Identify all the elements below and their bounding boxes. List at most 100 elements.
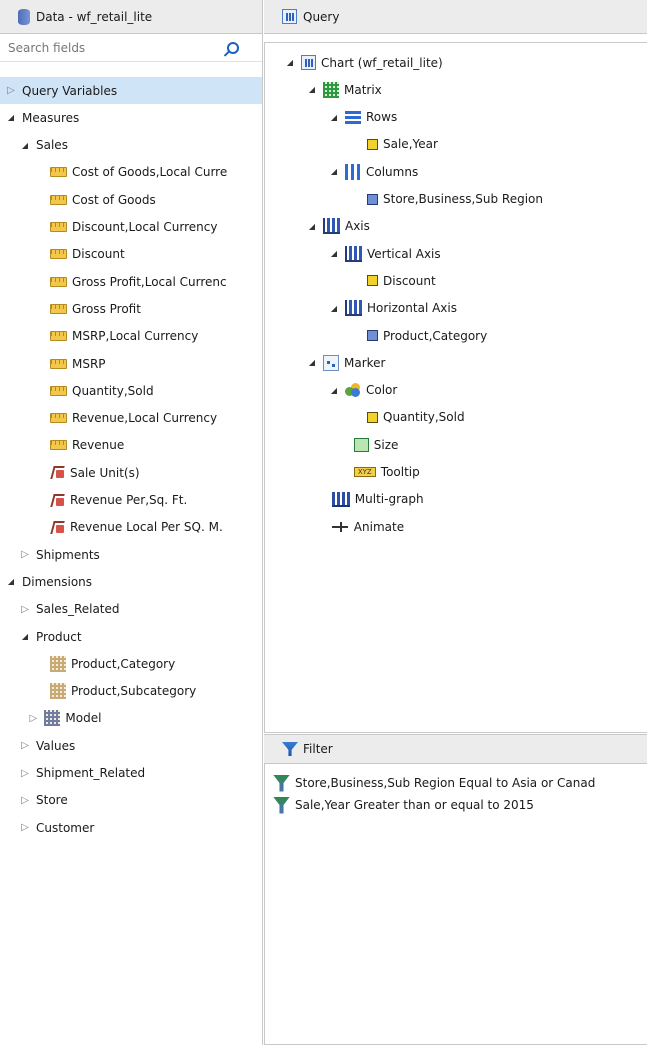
collapse-arrow-icon[interactable]: ◢ xyxy=(4,113,18,122)
search-icon[interactable] xyxy=(227,41,239,54)
collapse-arrow-icon[interactable]: ◢ xyxy=(305,358,319,367)
query-item-columns[interactable]: ◢ Columns xyxy=(265,158,418,185)
field-item-msrp-local-currency[interactable]: MSRP,Local Currency xyxy=(0,323,262,350)
filter-header-icon xyxy=(282,742,298,756)
matrix-icon xyxy=(323,81,339,98)
collapse-arrow-icon[interactable]: ◢ xyxy=(18,141,32,150)
collapse-arrow-icon[interactable]: ◢ xyxy=(305,85,319,94)
field-item-cost-of-goods-local-curre[interactable]: Cost of Goods,Local Curre xyxy=(0,159,262,186)
collapse-arrow-icon[interactable]: ◢ xyxy=(327,386,341,395)
field-item-dimensions[interactable]: ◢ Dimensions xyxy=(0,568,262,595)
query-item-animate[interactable]: Animate xyxy=(265,513,404,540)
field-item-customer[interactable]: ▷ Customer xyxy=(0,814,262,841)
columns-icon xyxy=(345,163,361,180)
query-item-label: Axis xyxy=(345,219,370,234)
field-item-sales[interactable]: ◢ Sales xyxy=(0,132,262,159)
field-item-model[interactable]: ▷ Model xyxy=(0,705,262,732)
field-item-measures[interactable]: ◢ Measures xyxy=(0,104,262,131)
collapse-arrow-icon[interactable]: ◢ xyxy=(4,577,18,586)
field-item-product-category[interactable]: Product,Category xyxy=(0,650,262,677)
field-item-label: Product,Category xyxy=(71,656,176,671)
query-item-marker[interactable]: ◢ Marker xyxy=(265,349,385,376)
filter-item[interactable]: Store,Business,Sub Region Equal to Asia … xyxy=(273,772,595,794)
query-item-color[interactable]: ◢ Color xyxy=(265,377,397,404)
query-item-axis[interactable]: ◢ Axis xyxy=(265,213,370,240)
query-item-store-business-sub-region[interactable]: Store,Business,Sub Region xyxy=(265,186,543,213)
filter-item[interactable]: Sale,Year Greater than or equal to 2015 xyxy=(273,794,534,816)
field-item-label: Gross Profit xyxy=(72,301,141,316)
expand-arrow-icon[interactable]: ▷ xyxy=(4,85,18,96)
field-item-product-subcategory[interactable]: Product,Subcategory xyxy=(0,678,262,705)
rows-icon xyxy=(345,110,361,125)
query-item-tooltip[interactable]: XYZ Tooltip xyxy=(265,459,420,486)
collapse-arrow-icon[interactable]: ◢ xyxy=(327,249,341,258)
query-item-vertical-axis[interactable]: ◢ Vertical Axis xyxy=(265,240,441,267)
axis-icon xyxy=(345,245,362,262)
field-yellow-icon xyxy=(367,411,378,423)
field-item-revenue[interactable]: Revenue xyxy=(0,432,262,459)
query-item-multi-graph[interactable]: Multi-graph xyxy=(265,486,424,513)
expand-arrow-icon[interactable]: ▷ xyxy=(18,795,32,806)
query-chart-icon xyxy=(282,9,297,24)
field-item-sales-related[interactable]: ▷ Sales_Related xyxy=(0,596,262,623)
field-item-discount-local-currency[interactable]: Discount,Local Currency xyxy=(0,214,262,241)
query-item-label: Multi-graph xyxy=(354,492,424,507)
collapse-arrow-icon[interactable]: ◢ xyxy=(327,113,341,122)
search-input[interactable] xyxy=(8,40,208,55)
collapse-arrow-icon[interactable]: ◢ xyxy=(327,167,341,176)
field-item-label: Cost of Goods,Local Curre xyxy=(72,165,228,180)
query-item-label: Sale,Year xyxy=(383,137,438,152)
field-item-product[interactable]: ◢ Product xyxy=(0,623,262,650)
field-item-shipment-related[interactable]: ▷ Shipment_Related xyxy=(0,760,262,787)
field-item-revenue-per-sq-ft[interactable]: Revenue Per,Sq. Ft. xyxy=(0,487,262,514)
field-item-values[interactable]: ▷ Values xyxy=(0,732,262,759)
expand-arrow-icon[interactable]: ▷ xyxy=(18,768,32,779)
field-item-query-variables[interactable]: ▷ Query Variables xyxy=(0,77,262,104)
query-item-size[interactable]: Size xyxy=(265,431,398,458)
field-item-label: Query Variables xyxy=(22,83,118,98)
field-item-store[interactable]: ▷ Store xyxy=(0,787,262,814)
field-item-cost-of-goods[interactable]: Cost of Goods xyxy=(0,186,262,213)
field-item-label: Revenue xyxy=(72,438,125,453)
query-item-product-category[interactable]: Product,Category xyxy=(265,322,487,349)
field-item-label: MSRP xyxy=(72,356,106,371)
query-item-sale-year[interactable]: Sale,Year xyxy=(265,131,438,158)
chart-icon xyxy=(301,55,316,70)
field-item-shipments[interactable]: ▷ Shipments xyxy=(0,541,262,568)
field-item-gross-profit[interactable]: Gross Profit xyxy=(0,295,262,322)
expand-arrow-icon[interactable]: ▷ xyxy=(26,713,40,724)
field-item-label: Gross Profit,Local Currenc xyxy=(72,274,227,289)
expand-arrow-icon[interactable]: ▷ xyxy=(18,740,32,751)
query-item-discount[interactable]: Discount xyxy=(265,267,436,294)
query-area: Query ◢ Chart (wf_retail_lite) ◢ Matrix ◢ Row… xyxy=(264,0,647,1045)
measure-icon xyxy=(50,276,67,287)
query-item-label: Tooltip xyxy=(380,465,420,479)
tooltip-icon: XYZ xyxy=(353,467,376,477)
query-item-rows[interactable]: ◢ Rows xyxy=(265,104,397,131)
field-item-label: Measures xyxy=(22,110,80,125)
collapse-arrow-icon[interactable]: ◢ xyxy=(327,304,341,313)
collapse-arrow-icon[interactable]: ◢ xyxy=(18,632,32,641)
field-item-discount[interactable]: Discount xyxy=(0,241,262,268)
measure-icon xyxy=(50,440,67,451)
query-item-quantity-sold[interactable]: Quantity,Sold xyxy=(265,404,465,431)
expand-arrow-icon[interactable]: ▷ xyxy=(18,549,32,560)
query-item-label: Chart (wf_retail_lite) xyxy=(321,55,443,70)
collapse-arrow-icon[interactable]: ◢ xyxy=(283,58,297,67)
query-item-matrix[interactable]: ◢ Matrix xyxy=(265,76,382,103)
query-item-horizontal-axis[interactable]: ◢ Horizontal Axis xyxy=(265,295,457,322)
field-item-label: Dimensions xyxy=(22,574,93,589)
expand-arrow-icon[interactable]: ▷ xyxy=(18,822,32,833)
query-item-chart-wf-retail-lite[interactable]: ◢ Chart (wf_retail_lite) xyxy=(265,49,443,76)
field-item-gross-profit-local-currenc[interactable]: Gross Profit,Local Currenc xyxy=(0,268,262,295)
field-item-quantity-sold[interactable]: Quantity,Sold xyxy=(0,377,262,404)
marker-icon xyxy=(323,354,339,371)
query-item-label: Matrix xyxy=(344,82,382,97)
field-item-revenue-local-currency[interactable]: Revenue,Local Currency xyxy=(0,405,262,432)
field-item-msrp[interactable]: MSRP xyxy=(0,350,262,377)
collapse-arrow-icon[interactable]: ◢ xyxy=(305,222,319,231)
field-item-sale-unit-s[interactable]: Sale Unit(s) xyxy=(0,459,262,486)
field-item-revenue-local-per-sq-m[interactable]: Revenue Local Per SQ. M. xyxy=(0,514,262,541)
data-panel-title: Data - wf_retail_lite xyxy=(36,9,153,24)
expand-arrow-icon[interactable]: ▷ xyxy=(18,604,32,615)
